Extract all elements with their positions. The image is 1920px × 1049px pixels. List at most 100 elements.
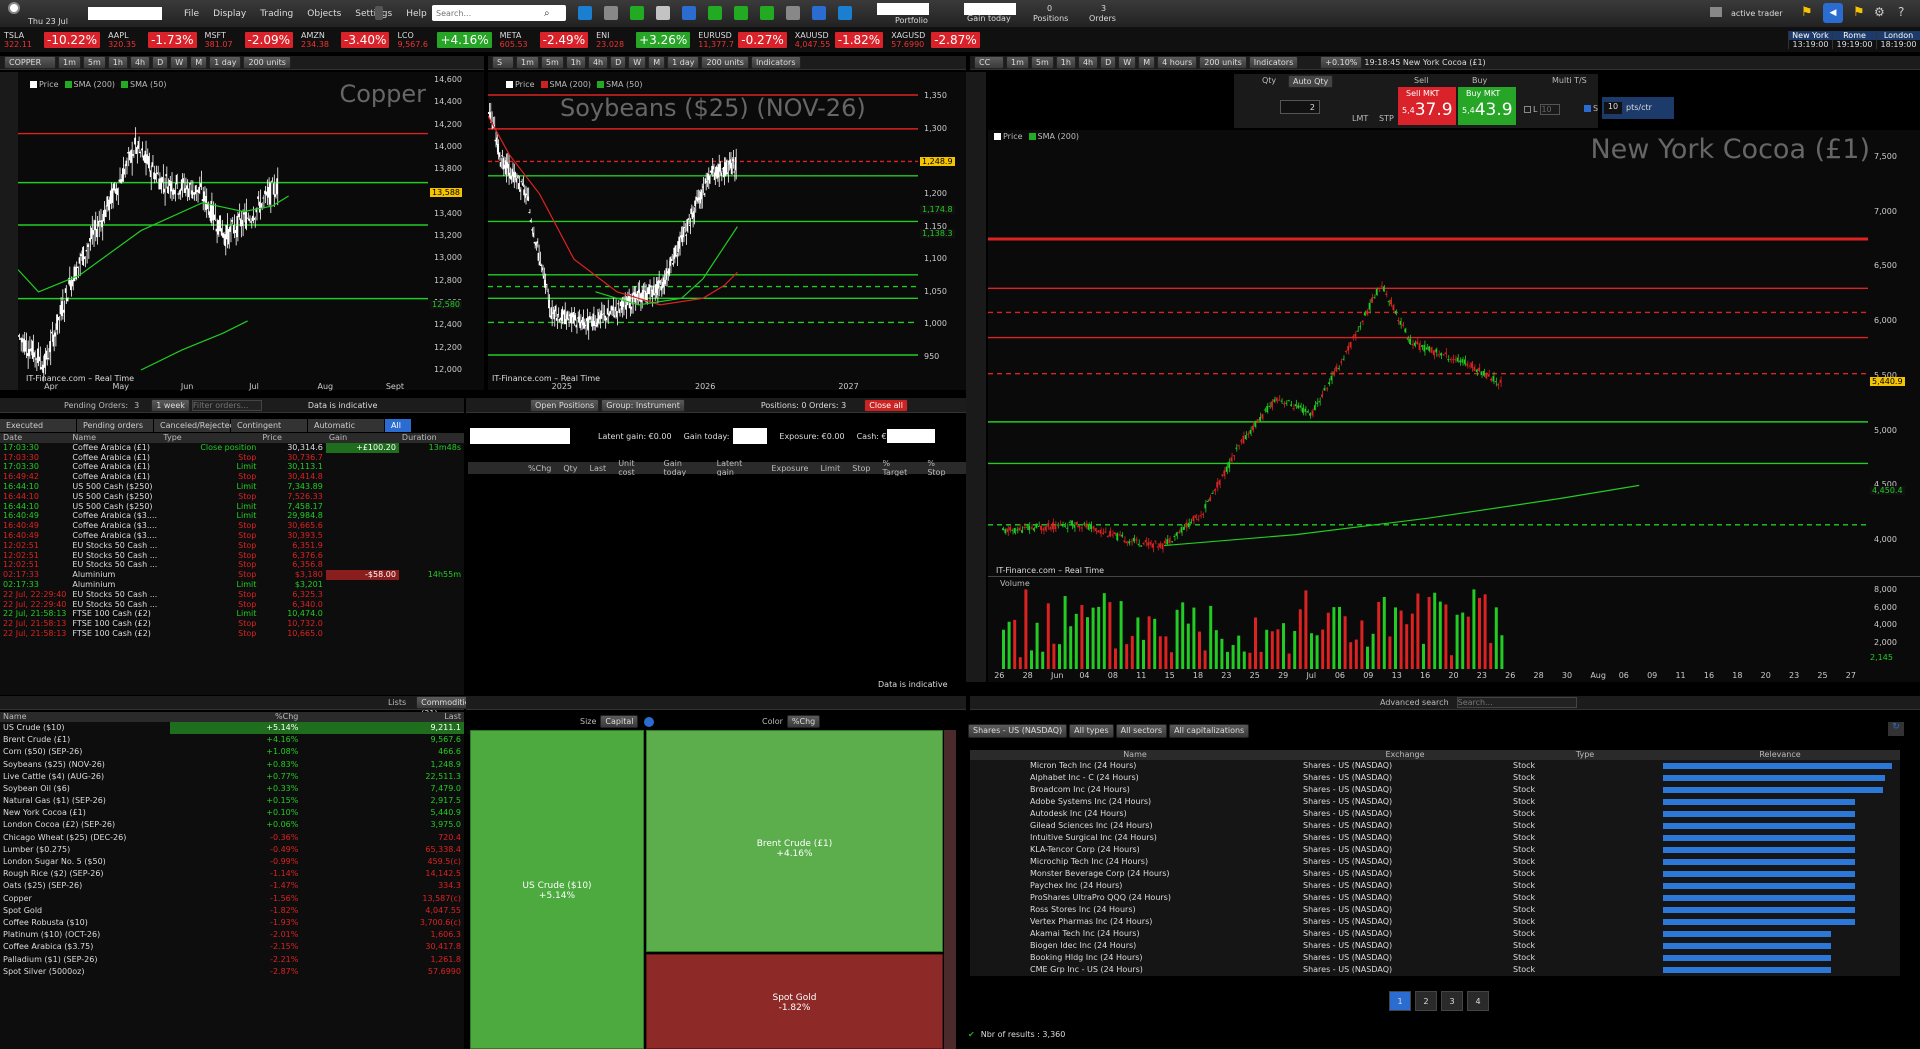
filter-orders-input[interactable] xyxy=(191,399,262,411)
ticker-lco[interactable]: LCO 9,567.6 +4.16% xyxy=(397,31,492,49)
stop-checkbox[interactable] xyxy=(1584,105,1591,112)
list-item[interactable]: New York Cocoa (£1) +0.10% 5,440.9 xyxy=(0,807,464,819)
table-row[interactable]: Autodesk Inc (24 Hours) Shares - US (NASD… xyxy=(970,807,1900,820)
list-item[interactable]: Rough Rice ($2) (SEP-26) -1.14% 14,142.5 xyxy=(0,868,464,880)
active-trader-label[interactable]: active trader xyxy=(1731,9,1782,18)
ticker-meta[interactable]: META 605.53 -2.49% xyxy=(500,31,589,49)
table-row[interactable]: 22 Jul, 21:58:13 FTSE 100 Cash (£2) Limit 1… xyxy=(0,609,464,619)
orders-tab-automatic-trading[interactable]: Automatic trading xyxy=(308,419,384,443)
list-item[interactable]: London Cocoa (£2) (SEP-26) +0.06% 3,975.0 xyxy=(0,819,464,831)
table-row[interactable]: 16:44:10 US 500 Cash ($250) Limit 7,458.17 xyxy=(0,502,464,512)
orders-tab-canceled-rejected[interactable]: Canceled/Rejected xyxy=(154,419,235,432)
search-col-exchange[interactable]: Exchange xyxy=(1300,750,1510,760)
group-select[interactable]: Group: Instrument xyxy=(601,398,685,412)
table-row[interactable]: 22 Jul, 22:29:40 EU Stocks 50 Cash ... Sto… xyxy=(0,600,464,610)
table-row[interactable]: 02:17:33 Aluminium Stop $3,180 -$58.00 14h55m xyxy=(0,570,464,580)
list-item[interactable]: US Crude ($10) +5.14% 9,211.1 xyxy=(0,721,464,734)
table-row[interactable]: 16:40:49 Coffee Arabica ($3.... Stop 30,393… xyxy=(0,531,464,541)
advanced-search-input[interactable] xyxy=(1456,697,1577,708)
list-item[interactable]: Coffee Arabica ($3.75) -2.15% 30,417.8 xyxy=(0,941,464,953)
tf-5m[interactable]: 5m xyxy=(82,56,106,69)
notification-flag-icon[interactable]: ⚑ xyxy=(1853,5,1865,20)
orders-period-select[interactable]: 1 week xyxy=(151,398,190,412)
toolbar-tool-icon[interactable] xyxy=(838,6,852,20)
chart-cocoa-symbol[interactable]: CC xyxy=(974,56,1004,69)
table-row[interactable]: 16:40:49 Coffee Arabica ($3.... Stop 30,665… xyxy=(0,521,464,531)
list-item[interactable]: Spot Silver (5000oz) -2.87% 57.6990 xyxy=(0,966,464,978)
table-row[interactable]: Ross Stores Inc (24 Hours) Shares - US (N… xyxy=(970,903,1900,916)
limit-checkbox[interactable] xyxy=(1524,106,1531,113)
table-row[interactable]: ProShares UltraPro QQQ (24 Hours) Shares … xyxy=(970,891,1900,904)
menu-help[interactable]: Help xyxy=(406,9,427,19)
table-row[interactable]: KLA-Tencor Corp (24 Hours) Shares - US (N… xyxy=(970,843,1900,856)
ticker-msft[interactable]: MSFT 381.07 -2.09% xyxy=(205,31,293,49)
page-1[interactable]: 1 xyxy=(1389,991,1411,1011)
close-all-button[interactable]: Close all xyxy=(864,398,908,412)
tf-1m[interactable]: 1m xyxy=(58,56,81,69)
chart-cocoa-units[interactable]: 200 units xyxy=(1199,56,1247,69)
menu-file[interactable]: File xyxy=(184,9,199,19)
ticker-xauusd[interactable]: XAUUSD 4,047.55 -1.82% xyxy=(795,31,884,49)
table-row[interactable]: 16:49:42 Coffee Arabica (£1) Stop 30,414.8 xyxy=(0,472,464,482)
toolbar-tool-icon[interactable] xyxy=(760,6,774,20)
toolbar-tool-icon[interactable] xyxy=(656,6,670,20)
settings-icon[interactable]: ⚙ xyxy=(1874,5,1885,19)
positions-col[interactable]: Limit xyxy=(820,464,840,473)
table-row[interactable]: Adobe Systems Inc (24 Hours) Shares - US … xyxy=(970,795,1900,808)
toolbar-tool-icon[interactable] xyxy=(578,6,592,20)
table-row[interactable]: Akamai Tech Inc (24 Hours) Shares - US (N… xyxy=(970,927,1900,940)
chart-soy-indicators[interactable]: Indicators xyxy=(750,56,801,69)
table-row[interactable]: CME Grp Inc - US (24 Hours) Shares - US (… xyxy=(970,963,1900,976)
positions-col[interactable]: Qty xyxy=(563,464,577,473)
orders-col-type[interactable]: Type xyxy=(160,433,259,443)
chart-soy-period[interactable]: 1 day xyxy=(667,56,700,69)
chart-copper-symbol[interactable]: COPPER xyxy=(4,56,56,69)
orders-col-name[interactable]: Name xyxy=(69,433,160,443)
search-input[interactable] xyxy=(432,6,544,20)
positions-col[interactable]: Unit cost xyxy=(618,459,651,477)
list-item[interactable]: Soybeans ($25) (NOV-26) +0.83% 1,248.9 xyxy=(0,758,464,770)
ticker-aapl[interactable]: AAPL 320.35 -1.73% xyxy=(108,31,197,49)
flag-icon[interactable]: ⚑ xyxy=(1801,5,1813,20)
tf-4h[interactable]: 4h xyxy=(1077,56,1099,69)
table-row[interactable]: 17:03:30 Coffee Arabica (£1) Stop 30,736.7 xyxy=(0,453,464,463)
lock-icon[interactable] xyxy=(375,6,383,20)
tf-d[interactable]: D xyxy=(1100,56,1117,69)
buy-mkt-button[interactable]: Buy MKT 5,4 43.9 xyxy=(1458,87,1516,125)
table-row[interactable]: Vertex Pharmas Inc (24 Hours) Shares - US… xyxy=(970,915,1900,928)
table-row[interactable]: Paychex Inc (24 Hours) Shares - US (NASDA… xyxy=(970,879,1900,892)
toolbar-tool-icon[interactable] xyxy=(786,6,800,20)
list-item[interactable]: Palladium ($1) (SEP-26) -2.21% 1,261.8 xyxy=(0,953,464,965)
gain-today-label[interactable]: Gain today xyxy=(967,14,1011,23)
chart-cocoa-volume[interactable]: Volume 8,000 6,000 4,000 2,000 2,145 26 28 Jun… xyxy=(988,576,1920,682)
search-filter-select[interactable]: Shares - US (NASDAQ) xyxy=(968,724,1068,738)
tf-1h[interactable]: 1h xyxy=(1055,56,1076,69)
tf-5m[interactable]: 5m xyxy=(540,56,564,69)
tf-w[interactable]: W xyxy=(1118,56,1137,69)
ticker-amzn[interactable]: AMZN 234.38 -3.40% xyxy=(301,31,390,49)
chart-soy-units[interactable]: 200 units xyxy=(701,56,749,69)
tf-w[interactable]: W xyxy=(170,56,189,69)
help-icon[interactable]: ? xyxy=(1898,5,1904,19)
table-row[interactable]: 16:40:49 Coffee Arabica ($3.... Limit 29,98… xyxy=(0,511,464,521)
refresh-icon[interactable]: ↻ xyxy=(1888,722,1904,736)
ticker-xagusd[interactable]: XAGUSD 57.6990 -2.87% xyxy=(891,31,980,49)
table-row[interactable]: Gilead Sciences Inc (24 Hours) Shares - U… xyxy=(970,819,1900,832)
positions-col[interactable]: Stop xyxy=(852,464,870,473)
menu-settings[interactable]: Settings xyxy=(355,9,392,19)
auto-qty-button[interactable]: Auto Qty xyxy=(1288,75,1334,88)
list-item[interactable]: Spot Gold -1.82% 4,047.55 xyxy=(0,905,464,917)
chart-copper[interactable]: Price SMA (200) SMA (50) Copper 14,600 14,4… xyxy=(0,72,484,391)
orders-col-date[interactable]: Date xyxy=(0,433,69,443)
calendar-icon[interactable] xyxy=(1710,7,1722,17)
sell-mkt-button[interactable]: Sell MKT 5,4 37.9 xyxy=(1398,87,1456,125)
tf-d[interactable]: D xyxy=(152,56,169,69)
toolbar-tool-icon[interactable] xyxy=(604,6,618,20)
page-2[interactable]: 2 xyxy=(1415,991,1437,1011)
table-row[interactable]: 12:02:51 EU Stocks 50 Cash ... Stop 6,351.9 xyxy=(0,541,464,551)
search-icon[interactable]: ⌕ xyxy=(544,8,550,19)
orders-tab-all[interactable]: All xyxy=(385,419,411,432)
table-row[interactable]: 17:03:30 Coffee Arabica (£1) Close positio… xyxy=(0,442,464,453)
chart-soy-symbol[interactable]: S xyxy=(492,56,514,69)
list-col-last[interactable]: Last xyxy=(301,712,464,722)
